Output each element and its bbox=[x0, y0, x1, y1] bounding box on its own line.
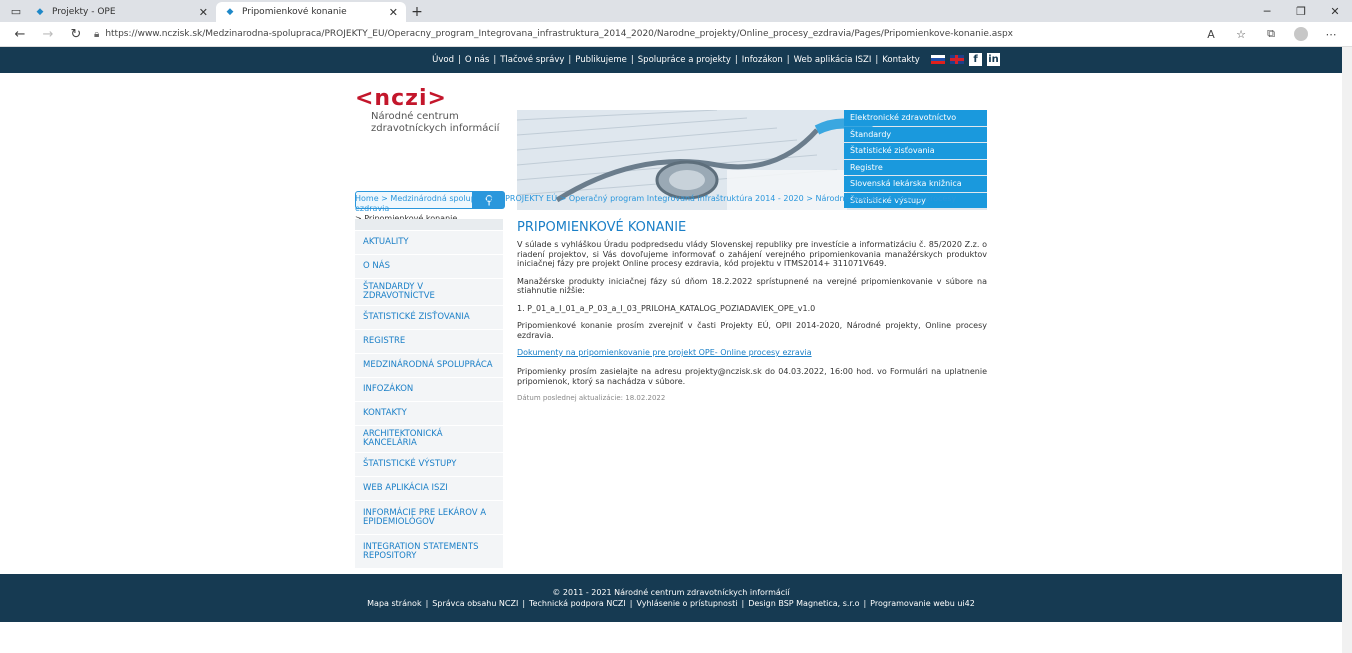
footer-separator: | bbox=[522, 599, 526, 608]
side-menu-registre[interactable]: REGISTRE bbox=[355, 330, 503, 354]
lock-icon: 🔒︎ bbox=[94, 28, 100, 40]
profile-button[interactable] bbox=[1286, 23, 1316, 45]
browser-tabbar: ▭ ◆ Projekty - OPE ✕ ◆ Pripomienkové kon… bbox=[0, 0, 1352, 22]
side-menu-architektonicka-kancelaria[interactable]: ARCHITEKTONICKÁ KANCELÁRIA bbox=[355, 426, 503, 453]
top-nav-o-nas[interactable]: O nás bbox=[465, 55, 489, 65]
collections-icon[interactable]: ⧉ bbox=[1256, 23, 1286, 45]
content-paragraph-5: Pripomienky prosím zasielajte na adresu … bbox=[517, 367, 987, 386]
restore-icon[interactable]: ❐ bbox=[1284, 0, 1318, 22]
nav-separator: | bbox=[786, 55, 790, 65]
footer-link-spravca-obsahu-nczi[interactable]: Správca obsahu NCZI bbox=[432, 599, 518, 608]
top-nav-spoluprace-a-projekty[interactable]: Spolupráce a projekty bbox=[638, 55, 731, 65]
browser-tab-pripomienkove[interactable]: ◆ Pripomienkové konanie ✕ bbox=[216, 2, 406, 22]
footer-separator: | bbox=[741, 599, 745, 608]
window-controls: ─ ❐ ✕ bbox=[1250, 0, 1352, 22]
side-menu-o-nas[interactable]: O NÁS bbox=[355, 255, 503, 279]
documents-link[interactable]: Dokumenty na pripomienkovanie pre projek… bbox=[517, 348, 987, 357]
browser-tab-projekty[interactable]: ◆ Projekty - OPE ✕ bbox=[26, 2, 216, 22]
nav-separator: | bbox=[458, 55, 461, 65]
address-bar: ← → ↻ 🔒︎ https://www.nczisk.sk/Medzinaro… bbox=[0, 22, 1352, 47]
site-top-nav: Úvod | O nás | Tlačové správy | Publikujeme | Sp… bbox=[0, 47, 1352, 73]
nav-separator: | bbox=[630, 55, 634, 65]
page-title: PRIPOMIENKOVÉ KONANIE bbox=[517, 220, 687, 235]
favorites-icon[interactable]: ☆ bbox=[1226, 23, 1256, 45]
footer-links: Mapa stránok | Správca obsahu NCZI | Technic… bbox=[0, 598, 1342, 609]
quick-menu-standardy[interactable]: Štandardy bbox=[844, 126, 987, 142]
footer-copyright: © 2011 - 2021 Národné centrum zdravotníc… bbox=[552, 588, 790, 597]
main-content: PRIPOMIENKOVÉ KONANIE V súlade s vyhlášk… bbox=[517, 220, 987, 402]
side-menu-infozakon[interactable]: INFOZÁKON bbox=[355, 378, 503, 402]
footer-link-vyhlasenie-o-pristupnosti[interactable]: Vyhlásenie o prístupnosti bbox=[636, 599, 737, 608]
language-and-social: f in bbox=[931, 53, 1000, 66]
top-nav-tlacove-spravy[interactable]: Tlačové správy bbox=[500, 55, 564, 65]
top-nav-uvod[interactable]: Úvod bbox=[432, 55, 454, 65]
tab-title: Projekty - OPE bbox=[52, 7, 116, 17]
side-menu-integration-statements-repository[interactable]: INTEGRATION STATEMENTS REPOSITORY bbox=[355, 535, 503, 569]
linkedin-icon[interactable]: in bbox=[987, 53, 1000, 66]
back-icon[interactable]: ← bbox=[6, 23, 34, 45]
content-paragraph-4: Pripomienkové konanie prosím zverejniť v… bbox=[517, 321, 987, 340]
top-nav-infozakon[interactable]: Infozákon bbox=[742, 55, 783, 65]
content-paragraph-3: 1. P_01_a_I_01_a_P_03_a_I_03_PRILOHA_KAT… bbox=[517, 303, 816, 313]
footer-link-design-bsp-magnetica-s-r-o[interactable]: Design BSP Magnetica, s.r.o bbox=[748, 599, 859, 608]
slovak-flag-icon[interactable] bbox=[931, 55, 945, 64]
side-menu-medzinarodna-spolupraca[interactable]: MEDZINÁRODNÁ SPOLUPRÁCA bbox=[355, 354, 503, 378]
side-menu: AKTUALITY O NÁS ŠTANDARDY V ZDRAVOTNÍCTVE Š… bbox=[355, 219, 503, 569]
last-updated: Dátum poslednej aktualizácie: 18.02.2022 bbox=[517, 394, 666, 402]
tab-close-icon[interactable]: ✕ bbox=[199, 6, 208, 19]
reload-icon[interactable]: ↻ bbox=[62, 23, 90, 45]
url-field[interactable]: 🔒︎ https://www.nczisk.sk/Medzinarodna-sp… bbox=[90, 24, 1196, 44]
nav-separator: | bbox=[734, 55, 738, 65]
site-favicon-icon: ◆ bbox=[36, 7, 44, 17]
close-window-icon[interactable]: ✕ bbox=[1318, 0, 1352, 22]
nav-separator: | bbox=[493, 55, 497, 65]
footer-separator: | bbox=[629, 599, 633, 608]
site-favicon-icon: ◆ bbox=[226, 7, 234, 17]
more-icon[interactable]: ⋯ bbox=[1316, 23, 1346, 45]
minimize-icon[interactable]: ─ bbox=[1250, 0, 1284, 22]
top-nav-links: Úvod | O nás | Tlačové správy | Publikujeme | Sp… bbox=[432, 55, 920, 65]
quick-menu-slovenska-lekarska-kniznica[interactable]: Slovenská lekárska knižnica bbox=[844, 176, 987, 192]
side-menu-kontakty[interactable]: KONTAKTY bbox=[355, 402, 503, 426]
tab-close-icon[interactable]: ✕ bbox=[389, 6, 398, 19]
quick-menu-registre[interactable]: Registre bbox=[844, 159, 987, 175]
new-tab-button[interactable]: + bbox=[406, 2, 428, 22]
facebook-icon[interactable]: f bbox=[969, 53, 982, 66]
nczi-logo[interactable]: <nczi> Národné centrum zdravotníckych in… bbox=[355, 86, 499, 135]
top-nav-kontakty[interactable]: Kontakty bbox=[882, 55, 920, 65]
footer-separator: | bbox=[863, 599, 867, 608]
footer-separator: | bbox=[425, 599, 429, 608]
footer-link-programovanie-webu-ui42[interactable]: Programovanie webu ui42 bbox=[870, 599, 975, 608]
logo-mark: <nczi> bbox=[355, 86, 447, 111]
content-paragraph-1: V súlade s vyhláškou Úradu podpredsedu v… bbox=[517, 240, 987, 268]
side-menu-informacie-pre-lekarov-a-epidemiologov[interactable]: INFORMÁCIE PRE LEKÁROV A EPIDEMIOLÓGOV bbox=[355, 501, 503, 535]
top-nav-web-aplikacia-iszi[interactable]: Web aplikácia ISZI bbox=[794, 55, 872, 65]
logo-line2: zdravotníckych informácií bbox=[371, 123, 500, 134]
side-menu-top-spacer bbox=[355, 219, 503, 231]
footer-link-mapa-stranok[interactable]: Mapa stránok bbox=[367, 599, 421, 608]
breadcrumb-path[interactable]: Home > Medzinárodná spolupráca > PROJEKT… bbox=[355, 194, 956, 213]
nav-separator: | bbox=[568, 55, 572, 65]
side-menu-standardy-v-zdravotnictve[interactable]: ŠTANDARDY V ZDRAVOTNÍCTVE bbox=[355, 279, 503, 306]
content-paragraph-2: Manažérske produkty iniciačnej fázy sú d… bbox=[517, 276, 987, 296]
quick-menu-elektronicke-zdravotnictvo[interactable]: Elektronické zdravotníctvo bbox=[844, 110, 987, 126]
nav-separator: | bbox=[875, 55, 879, 65]
top-nav-publikujeme[interactable]: Publikujeme bbox=[575, 55, 627, 65]
avatar-icon bbox=[1294, 27, 1308, 41]
read-aloud-icon[interactable]: A bbox=[1196, 23, 1226, 45]
site-header: <nczi> Národné centrum zdravotníckych in… bbox=[0, 73, 1352, 213]
url-text: https://www.nczisk.sk/Medzinarodna-spolu… bbox=[105, 29, 1013, 39]
english-flag-icon[interactable] bbox=[950, 55, 964, 64]
forward-icon[interactable]: → bbox=[34, 23, 62, 45]
footer-link-technicka-podpora-nczi[interactable]: Technická podpora NCZI bbox=[529, 599, 626, 608]
side-menu-statisticke-vystupy[interactable]: ŠTATISTICKÉ VÝSTUPY bbox=[355, 453, 503, 477]
side-menu-statisticke-zistovania[interactable]: ŠTATISTICKÉ ZISŤOVANIA bbox=[355, 306, 503, 330]
site-footer: © 2011 - 2021 Národné centrum zdravotníc… bbox=[0, 574, 1342, 622]
tab-title: Pripomienkové konanie bbox=[242, 7, 347, 17]
side-menu-aktuality[interactable]: AKTUALITY bbox=[355, 231, 503, 255]
logo-line1: Národné centrum bbox=[371, 111, 459, 122]
side-menu-web-aplikacia-iszi[interactable]: WEB APLIKÁCIA ISZI bbox=[355, 477, 503, 501]
tab-actions-icon[interactable]: ▭ bbox=[6, 0, 26, 22]
quick-menu-statisticke-zistovania[interactable]: Štatistické zisťovania bbox=[844, 143, 987, 159]
